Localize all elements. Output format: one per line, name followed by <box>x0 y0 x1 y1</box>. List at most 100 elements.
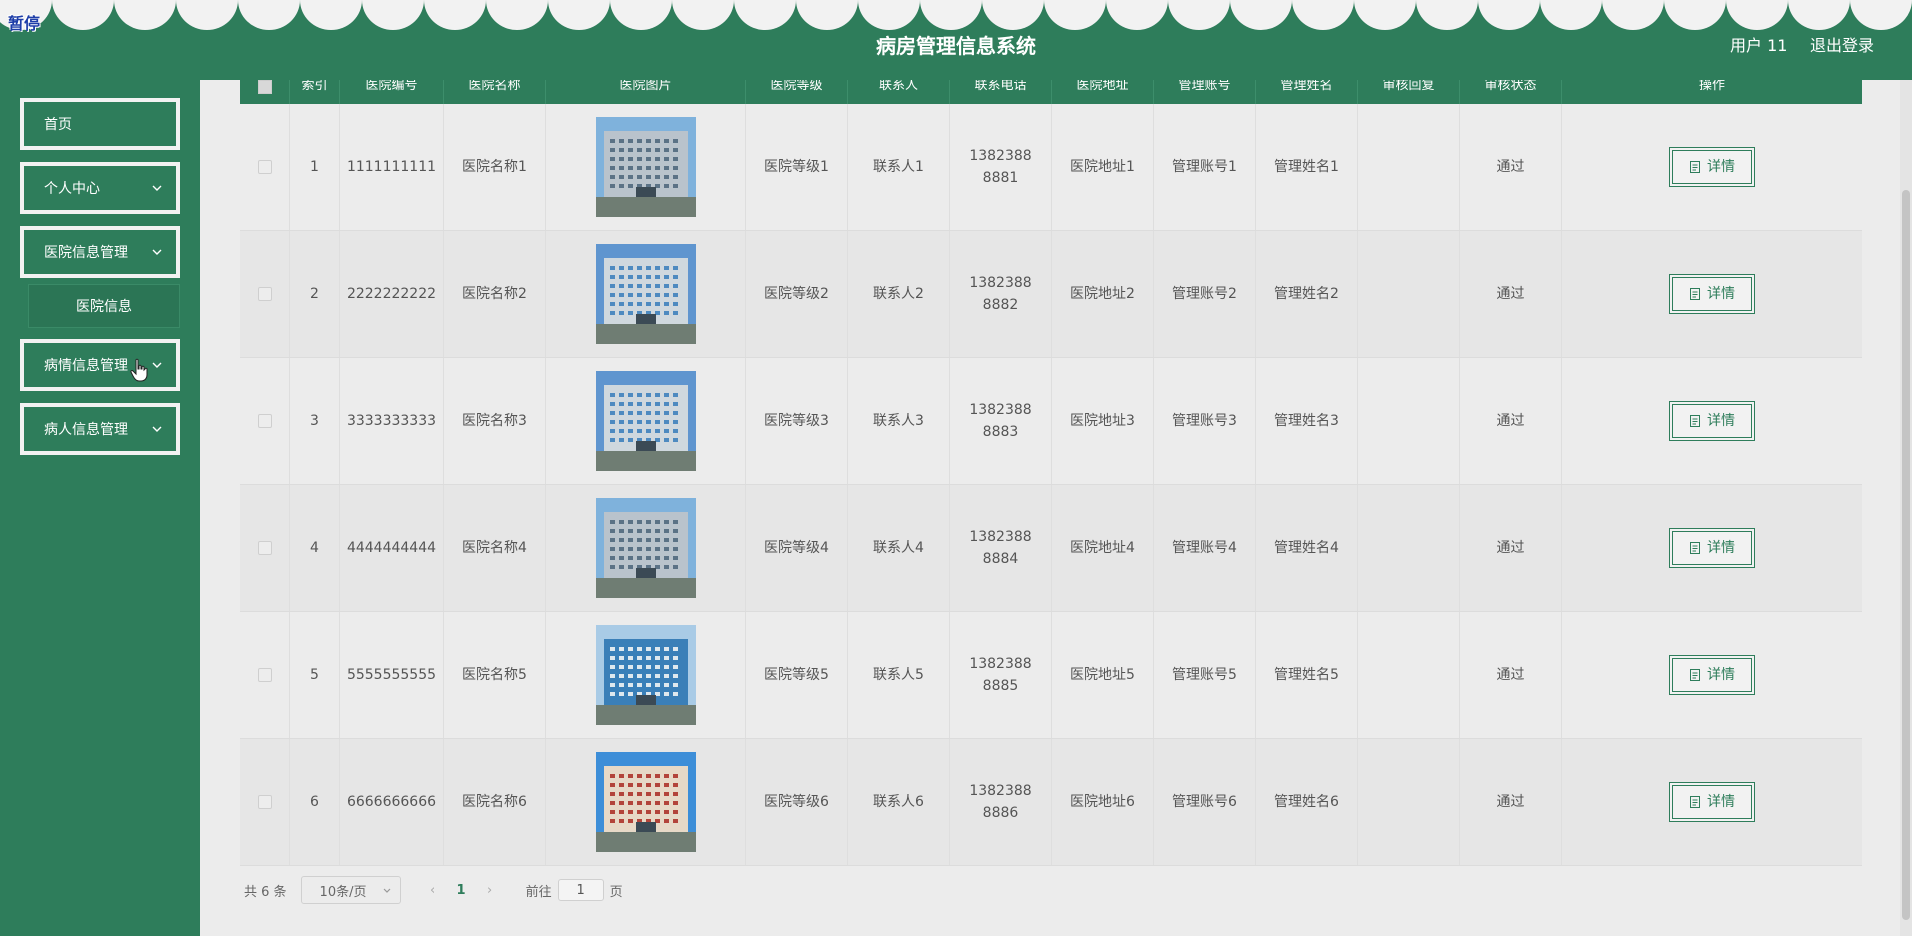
cell-hospital-image <box>546 485 746 611</box>
cell-hospital-level: 医院等级4 <box>746 485 848 611</box>
cell-hospital-image <box>546 104 746 230</box>
scallop-shape <box>1602 0 1664 30</box>
table-row[interactable]: 3 3333333333 医院名称3 医院等级3 联系人3 1382388888… <box>240 358 1862 485</box>
scallop-shape <box>238 0 300 30</box>
cell-review-reply <box>1358 739 1460 865</box>
scallop-shape <box>52 0 114 30</box>
sidebar-item-patient-management[interactable]: 病人信息管理 <box>20 403 180 455</box>
goto-page-input[interactable] <box>557 879 604 901</box>
cell-hospital-level: 医院等级2 <box>746 231 848 357</box>
sidebar-item-condition-management[interactable]: 病情信息管理 <box>20 339 180 391</box>
scallop-shape <box>1850 0 1912 30</box>
row-select-cell <box>240 231 290 357</box>
detail-button[interactable]: 详情 <box>1669 528 1755 568</box>
cell-review-reply <box>1358 485 1460 611</box>
table-row[interactable]: 1 1111111111 医院名称1 医院等级1 联系人1 1382388888… <box>240 104 1862 231</box>
scallop-shape <box>1726 0 1788 30</box>
detail-button[interactable]: 详情 <box>1669 147 1755 187</box>
chevron-down-icon <box>383 888 390 893</box>
goto-unit: 页 <box>609 884 623 900</box>
scallop-shape <box>672 0 734 30</box>
page-size-value: 10条/页 <box>319 884 367 900</box>
hospital-image <box>595 117 696 217</box>
scallop-shape <box>1478 0 1540 30</box>
logout-link[interactable]: 退出登录 <box>1810 32 1874 56</box>
cell-address: 医院地址5 <box>1052 612 1154 738</box>
table-row[interactable]: 5 5555555555 医院名称5 医院等级5 联系人5 1382388888… <box>240 612 1862 739</box>
cell-phone: 13823888886 <box>950 739 1052 865</box>
detail-button[interactable]: 详情 <box>1669 274 1755 314</box>
row-checkbox[interactable] <box>257 541 272 555</box>
hospital-image <box>595 752 696 852</box>
cell-contact: 联系人5 <box>848 612 950 738</box>
detail-button[interactable]: 详情 <box>1669 782 1755 822</box>
hospital-image <box>595 625 696 725</box>
cell-hospital-level: 医院等级1 <box>746 104 848 230</box>
total-count: 共 6 条 <box>244 884 287 900</box>
cell-phone: 13823888884 <box>950 485 1052 611</box>
detail-button-label: 详情 <box>1707 159 1735 175</box>
cell-actions: 详情 <box>1562 612 1862 738</box>
cell-address: 医院地址6 <box>1052 739 1154 865</box>
row-checkbox[interactable] <box>257 160 272 174</box>
table-row[interactable]: 6 6666666666 医院名称6 医院等级6 联系人6 1382388888… <box>240 739 1862 866</box>
scallop-shape <box>920 0 982 30</box>
cell-contact: 联系人3 <box>848 358 950 484</box>
prev-page-button[interactable]: ‹ <box>423 883 443 898</box>
sidebar-item-personal-center[interactable]: 个人中心 <box>20 162 180 214</box>
cell-account: 管理账号5 <box>1154 612 1256 738</box>
cell-manager: 管理姓名4 <box>1256 485 1358 611</box>
scallop-shape <box>548 0 610 30</box>
cell-review-status: 通过 <box>1460 739 1562 865</box>
cell-actions: 详情 <box>1562 485 1862 611</box>
cell-hospital-name: 医院名称5 <box>444 612 546 738</box>
app-title: 病房管理信息系统 <box>876 34 1036 58</box>
hospital-image <box>595 371 696 471</box>
cell-actions: 详情 <box>1562 104 1862 230</box>
cell-manager: 管理姓名3 <box>1256 358 1358 484</box>
scallop-shape <box>176 0 238 30</box>
row-select-cell <box>240 739 290 865</box>
cell-phone: 13823888883 <box>950 358 1052 484</box>
row-checkbox[interactable] <box>257 287 272 301</box>
cell-index: 1 <box>290 104 340 230</box>
page-scrollbar[interactable] <box>1900 80 1912 936</box>
sidebar-item-hospital-management[interactable]: 医院信息管理 <box>20 226 180 278</box>
cell-review-status: 通过 <box>1460 104 1562 230</box>
scallop-shape <box>1416 0 1478 30</box>
scallop-shape <box>858 0 920 30</box>
detail-button[interactable]: 详情 <box>1669 655 1755 695</box>
page-size-select[interactable]: 10条/页 <box>300 876 401 904</box>
cell-hospital-image <box>546 231 746 357</box>
sidebar-subitem-hospital-info[interactable]: 医院信息 <box>28 284 180 328</box>
sidebar-item-home[interactable]: 首页 <box>20 98 180 150</box>
cell-hospital-code: 1111111111 <box>340 104 444 230</box>
cell-hospital-level: 医院等级5 <box>746 612 848 738</box>
detail-button[interactable]: 详情 <box>1669 401 1755 441</box>
row-checkbox[interactable] <box>257 668 272 682</box>
scallop-shape <box>1044 0 1106 30</box>
cell-manager: 管理姓名5 <box>1256 612 1358 738</box>
cell-review-status: 通过 <box>1460 612 1562 738</box>
scallop-shape <box>796 0 858 30</box>
select-all-checkbox[interactable] <box>257 80 272 94</box>
row-checkbox[interactable] <box>257 414 272 428</box>
table-row[interactable]: 4 4444444444 医院名称4 医院等级4 联系人4 1382388888… <box>240 485 1862 612</box>
cell-phone: 13823888882 <box>950 231 1052 357</box>
cell-manager: 管理姓名2 <box>1256 231 1358 357</box>
cell-manager: 管理姓名1 <box>1256 104 1358 230</box>
cell-contact: 联系人6 <box>848 739 950 865</box>
pagination: 共 6 条 10条/页 ‹ 1 › 前往 页 <box>244 876 623 904</box>
chevron-down-icon <box>152 185 162 191</box>
scrollbar-thumb[interactable] <box>1902 190 1910 920</box>
row-checkbox[interactable] <box>257 795 272 809</box>
table-row[interactable]: 2 2222222222 医院名称2 医院等级2 联系人2 1382388888… <box>240 231 1862 358</box>
cell-address: 医院地址1 <box>1052 104 1154 230</box>
sidebar-item-label: 病情信息管理 <box>44 358 128 374</box>
cell-account: 管理账号2 <box>1154 231 1256 357</box>
detail-button-label: 详情 <box>1707 540 1735 556</box>
page-number[interactable]: 1 <box>457 883 466 898</box>
document-icon <box>1690 669 1700 681</box>
cell-actions: 详情 <box>1562 231 1862 357</box>
next-page-button[interactable]: › <box>480 883 500 898</box>
